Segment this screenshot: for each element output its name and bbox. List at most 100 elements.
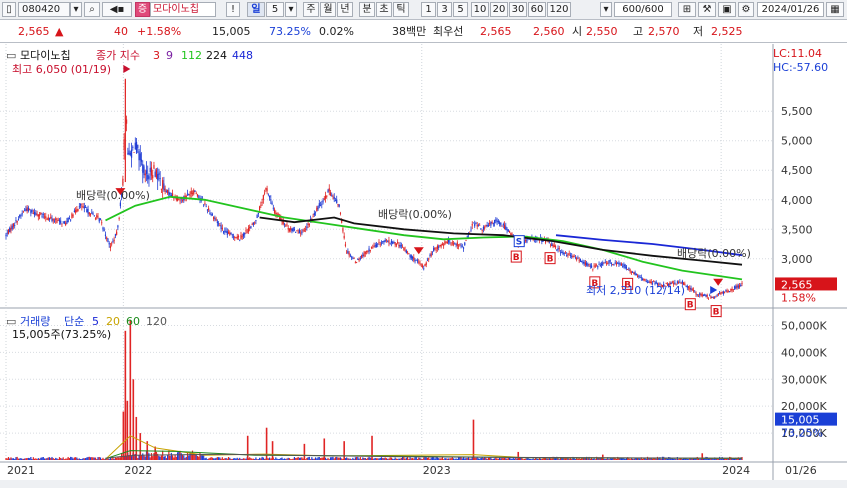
volume-bar bbox=[101, 458, 103, 460]
warning-button[interactable]: ! bbox=[226, 2, 240, 17]
candle-body bbox=[143, 166, 145, 175]
candle-body bbox=[622, 265, 624, 267]
stock-code-input[interactable]: 080420 bbox=[18, 2, 70, 17]
volume-bar bbox=[369, 457, 371, 460]
gear-icon[interactable]: ⚙ bbox=[738, 2, 754, 17]
candle-body bbox=[247, 227, 250, 232]
speaker-icon[interactable]: ◀▪ bbox=[102, 2, 132, 17]
period-dropdown-icon[interactable]: ▾ bbox=[285, 2, 297, 17]
price-legend-ma-224: 224 bbox=[206, 49, 227, 62]
candle-body bbox=[705, 295, 707, 297]
candle-body bbox=[506, 229, 508, 231]
volume-bar bbox=[604, 458, 606, 460]
tab-minute[interactable]: 분 bbox=[359, 2, 375, 17]
candle-body bbox=[40, 212, 42, 215]
candle-body bbox=[19, 215, 21, 217]
candle-body bbox=[716, 294, 718, 296]
interval-60[interactable]: 60 bbox=[528, 2, 546, 17]
code-dropdown-icon[interactable]: ▾ bbox=[70, 2, 82, 17]
volume-bar bbox=[511, 458, 513, 460]
candle-body bbox=[185, 196, 187, 198]
candle-body bbox=[501, 225, 503, 227]
volume-bar bbox=[181, 454, 184, 460]
volume-bar bbox=[491, 459, 493, 460]
date-input[interactable]: 2024/01/26 bbox=[757, 2, 824, 17]
volume-bar bbox=[329, 457, 332, 460]
volume-bar bbox=[176, 452, 179, 460]
candle-body bbox=[738, 285, 741, 288]
interval-20[interactable]: 20 bbox=[490, 2, 508, 17]
tools-icon[interactable]: ⚒ bbox=[698, 2, 716, 17]
tab-second[interactable]: 초 bbox=[376, 2, 392, 17]
volume-bar bbox=[275, 457, 277, 460]
candle-body bbox=[129, 152, 131, 155]
volume-bar bbox=[77, 458, 79, 460]
volume-bar bbox=[300, 457, 302, 460]
interval-10[interactable]: 10 bbox=[471, 2, 489, 17]
volume-bar bbox=[225, 458, 227, 460]
volume-bar bbox=[257, 459, 259, 460]
candle-body bbox=[460, 245, 462, 247]
candle-body bbox=[50, 216, 52, 219]
period-unit-tab[interactable]: 일 bbox=[247, 2, 265, 17]
volume-bar bbox=[389, 457, 391, 460]
chart-type-icon[interactable]: ▯ bbox=[2, 2, 16, 17]
candle-body bbox=[149, 167, 151, 172]
volume-bar bbox=[400, 457, 402, 460]
candle-body bbox=[573, 256, 575, 258]
candle-body bbox=[485, 225, 487, 227]
candle-body bbox=[505, 226, 507, 230]
candle-body bbox=[602, 262, 604, 266]
save-icon[interactable]: ▣ bbox=[718, 2, 736, 17]
interval-dropdown-icon[interactable]: ▾ bbox=[600, 2, 612, 17]
interval-5[interactable]: 5 bbox=[453, 2, 468, 17]
candle-body bbox=[556, 249, 558, 251]
candle-body bbox=[450, 243, 452, 245]
stock-chart[interactable]: B BB BBBS 5,5005,0004,5004,0003,5003,0002,… bbox=[0, 44, 847, 488]
settings-grid-icon[interactable]: ⊞ bbox=[678, 2, 696, 17]
volume-bar bbox=[726, 458, 728, 460]
volume-bar bbox=[276, 458, 278, 460]
candle-body bbox=[286, 224, 288, 226]
candle-body bbox=[328, 188, 330, 192]
interval-120[interactable]: 120 bbox=[547, 2, 571, 17]
search-icon[interactable]: ⌕ bbox=[84, 2, 100, 17]
volume-bar bbox=[583, 458, 585, 460]
candle-body bbox=[351, 256, 353, 258]
tab-week[interactable]: 주 bbox=[303, 2, 319, 17]
best-ask-label: 최우선 bbox=[433, 25, 464, 38]
tab-year[interactable]: 년 bbox=[337, 2, 353, 17]
price-legend-ma-448: 448 bbox=[232, 49, 253, 62]
interval-30[interactable]: 30 bbox=[509, 2, 527, 17]
volume-bar bbox=[78, 458, 80, 460]
calendar-icon[interactable]: ▦ bbox=[826, 2, 844, 17]
volume-bar bbox=[700, 458, 702, 460]
candle-body bbox=[526, 239, 528, 243]
interval-1[interactable]: 1 bbox=[421, 2, 436, 17]
volume-bar bbox=[165, 458, 167, 460]
candle-body bbox=[484, 227, 486, 229]
candle-body bbox=[620, 263, 623, 266]
volume-bar bbox=[558, 459, 560, 460]
volume-bar bbox=[336, 456, 338, 460]
candle-body bbox=[378, 241, 380, 243]
volume-bar bbox=[501, 458, 503, 460]
candle-body bbox=[372, 247, 374, 249]
volume-bar bbox=[254, 458, 256, 460]
display-count-input[interactable]: 600/600 bbox=[614, 2, 672, 17]
candle-body bbox=[168, 191, 170, 196]
period-count-input[interactable]: 5 bbox=[266, 2, 284, 17]
tab-month[interactable]: 월 bbox=[320, 2, 336, 17]
tab-tick[interactable]: 틱 bbox=[393, 2, 409, 17]
candle-body bbox=[406, 251, 409, 253]
candle-body bbox=[388, 240, 390, 243]
interval-3[interactable]: 3 bbox=[437, 2, 452, 17]
scroll-strip[interactable] bbox=[0, 480, 847, 488]
volume-bar bbox=[562, 457, 564, 460]
candle-body bbox=[379, 244, 381, 246]
volume-bar bbox=[554, 457, 557, 460]
candle-body bbox=[686, 285, 688, 288]
volume-bar bbox=[421, 459, 424, 460]
price-legend-ma-label: 종가 지수 bbox=[96, 49, 140, 62]
candle-body bbox=[186, 193, 189, 195]
